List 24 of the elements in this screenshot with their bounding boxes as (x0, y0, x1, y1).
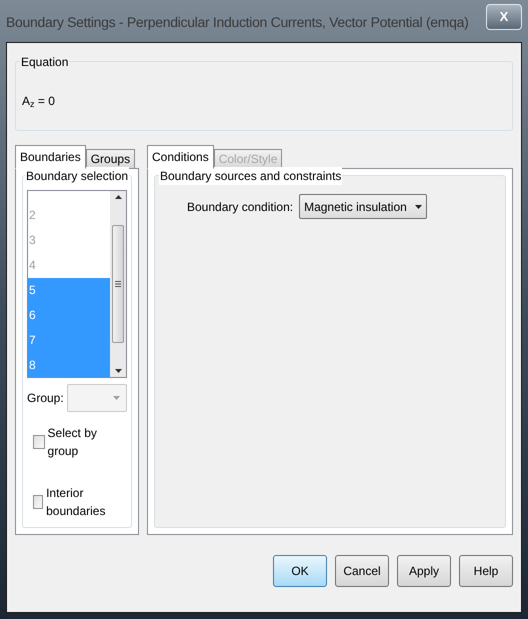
checkbox[interactable] (33, 495, 44, 509)
window-title: Boundary Settings - Perpendicular Induction Currents, Vector Potential (emqa) (6, 13, 468, 32)
group-label: Boundary selection (25, 167, 130, 185)
scroll-up-icon[interactable] (114, 195, 122, 199)
scrollbar[interactable] (110, 191, 126, 377)
group-label: Boundary sources and constraints (159, 167, 342, 185)
dialog-button[interactable]: OK (273, 555, 327, 587)
checkbox-option[interactable]: Interior boundaries (33, 484, 127, 520)
field-label: Group: (27, 390, 63, 407)
field-label: Boundary condition: (187, 198, 294, 216)
tab[interactable]: Boundaries (15, 145, 86, 169)
tab[interactable]: Conditions (147, 145, 214, 169)
caret-icon (414, 204, 422, 208)
checkbox-option[interactable]: Select by group (33, 424, 127, 460)
boundary-condition-dropdown[interactable]: Magnetic insulation (299, 194, 427, 219)
dialog-button[interactable]: Cancel (335, 555, 389, 587)
checkbox[interactable] (33, 435, 45, 449)
dialog-button[interactable]: Apply (397, 555, 451, 587)
equation-text: A$_{z}$ = 0 (22, 93, 56, 110)
scroll-thumb[interactable] (112, 225, 124, 343)
grip-icon (115, 281, 121, 287)
scroll-down-icon[interactable] (114, 369, 122, 373)
dialog-button[interactable]: Help (459, 555, 513, 587)
caret-icon (113, 396, 120, 400)
